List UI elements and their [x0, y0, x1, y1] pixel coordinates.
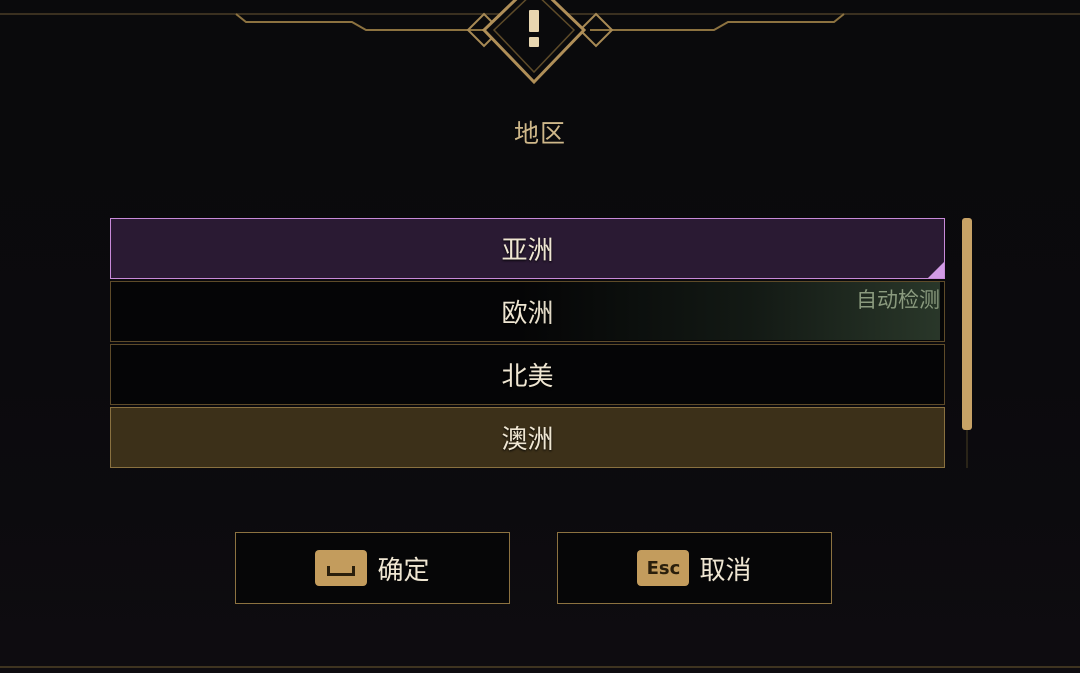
dialog-title: 地区	[513, 119, 566, 148]
confirm-button[interactable]: 确定	[235, 532, 510, 604]
dialog-bottom-border	[0, 666, 1080, 668]
region-item-label: 亚洲	[501, 236, 554, 266]
region-item-label: 澳洲	[501, 425, 554, 455]
region-item-label: 欧洲	[501, 299, 554, 329]
confirm-button-label: 确定	[377, 555, 430, 586]
space-key-icon	[315, 550, 368, 586]
region-list: 亚洲 欧洲 北美 澳洲	[110, 218, 945, 470]
exclamation-icon	[529, 10, 539, 47]
region-item-north-america[interactable]: 北美	[110, 344, 945, 405]
region-item-label: 北美	[501, 362, 554, 392]
dialog-top-frame	[0, 0, 1080, 85]
esc-key-icon: Esc	[637, 550, 690, 586]
region-item-asia[interactable]: 亚洲	[110, 218, 945, 279]
cancel-button-label: 取消	[699, 555, 752, 586]
scrollbar-thumb[interactable]	[962, 218, 972, 430]
selected-corner-marker	[928, 262, 944, 278]
region-item-europe[interactable]: 欧洲	[110, 281, 945, 342]
region-item-oceania[interactable]: 澳洲	[110, 407, 945, 468]
auto-detect-label: 自动检测	[856, 288, 940, 312]
cancel-button[interactable]: Esc 取消	[557, 532, 832, 604]
